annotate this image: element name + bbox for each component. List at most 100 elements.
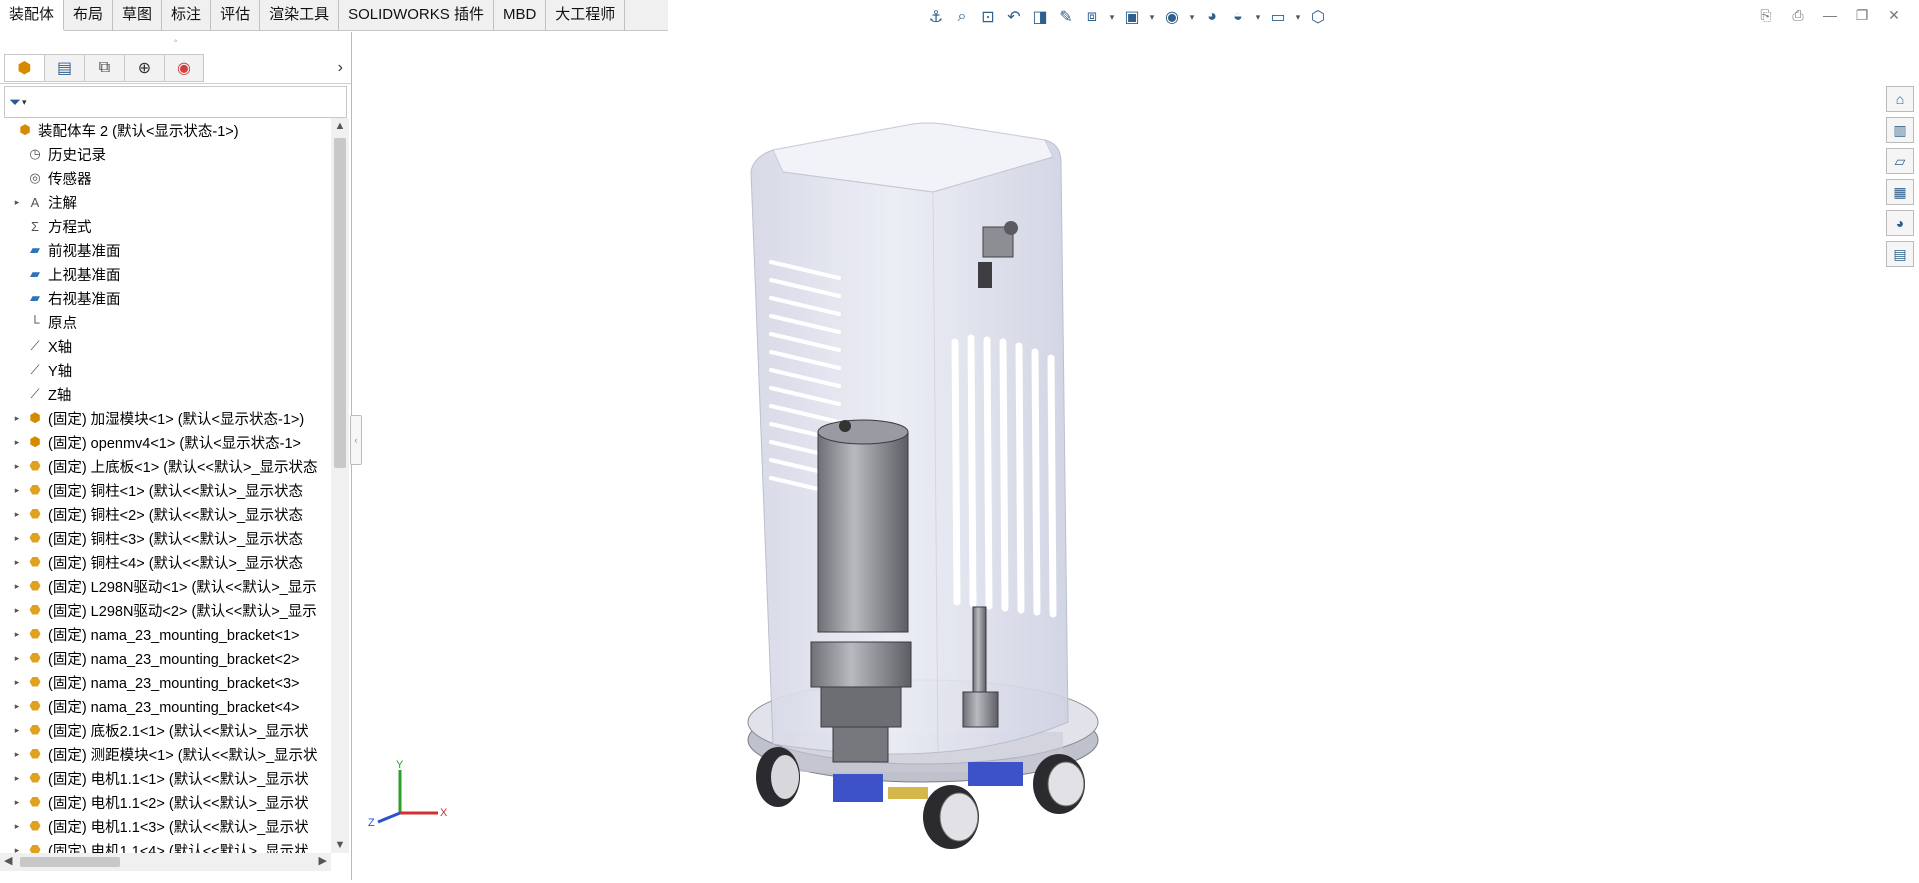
configuration-manager-tab[interactable]: ⧉ [84, 53, 124, 82]
tab-3[interactable]: 标注 [162, 0, 212, 31]
tree-item[interactable]: ◎ 传感器 [0, 166, 331, 190]
tree-item[interactable]: ▸ A 注解 [0, 190, 331, 214]
feature-manager-tab[interactable]: ⬢ [4, 53, 44, 82]
tree-item[interactable]: ▸ ⬣ (固定) L298N驱动<1> (默认<<默认>_显示 [0, 574, 331, 598]
expand-arrow-icon[interactable]: ▸ [10, 797, 24, 808]
tree-item[interactable]: ⟋ Y轴 [0, 358, 331, 382]
expand-arrow-icon[interactable]: ▸ [10, 461, 24, 472]
tree-horizontal-scrollbar[interactable]: ◀ ▶ [0, 853, 331, 871]
close-icon[interactable]: ✕ [1883, 4, 1905, 26]
property-manager-tab[interactable]: ▤ [44, 53, 84, 82]
tab-4[interactable]: 评估 [211, 0, 261, 31]
restore-left-icon[interactable]: ⎘ [1755, 4, 1777, 26]
tab-8[interactable]: 大工程师 [546, 0, 626, 31]
tree-filter[interactable]: ⏷ ▾ [4, 86, 347, 118]
solidworks-resources-icon[interactable]: ⌂ [1886, 86, 1914, 112]
tree-item[interactable]: ▸ ⬣ (固定) nama_23_mounting_bracket<3> [0, 670, 331, 694]
expand-arrow-icon[interactable]: ▸ [10, 533, 24, 544]
tab-1[interactable]: 布局 [64, 0, 114, 31]
tab-6[interactable]: SOLIDWORKS 插件 [339, 0, 494, 31]
tree-item[interactable]: ⟋ X轴 [0, 334, 331, 358]
design-library-icon[interactable]: ▥ [1886, 117, 1914, 143]
expand-arrow-icon[interactable]: ▸ [10, 677, 24, 688]
expand-arrow-icon[interactable]: ▸ [10, 845, 24, 854]
minimize-icon[interactable]: — [1819, 4, 1841, 26]
tab-5[interactable]: 渲染工具 [260, 0, 340, 31]
dropdown-caret-icon[interactable]: ▾ [1187, 6, 1197, 28]
dropdown-caret-icon[interactable]: ▾ [1147, 6, 1157, 28]
tree-item[interactable]: ▸ ⬣ (固定) 电机1.1<1> (默认<<默认>_显示状 [0, 766, 331, 790]
expand-arrow-icon[interactable]: ▸ [10, 701, 24, 712]
view-orientation-dropdown-icon[interactable]: ⧈ [1081, 6, 1103, 28]
expand-arrow-icon[interactable]: ▸ [10, 197, 24, 208]
tree-item[interactable]: └ 原点 [0, 310, 331, 334]
view-orientation-icon[interactable]: ⚓ [925, 6, 947, 28]
tree-item[interactable]: ▸ ⬣ (固定) nama_23_mounting_bracket<4> [0, 694, 331, 718]
display-manager-tab[interactable]: ◉ [164, 53, 204, 82]
tree-item[interactable]: ▰ 前视基准面 [0, 238, 331, 262]
scroll-left-icon[interactable]: ◀ [4, 854, 12, 867]
view-settings-icon[interactable]: ▭ [1267, 6, 1289, 28]
apply-scene-icon[interactable]: ◒ [1227, 6, 1249, 28]
tree-item[interactable]: ▸ ⬢ (固定) openmv4<1> (默认<显示状态-1> [0, 430, 331, 454]
tree-item[interactable]: ▸ ⬣ (固定) 测距模块<1> (默认<<默认>_显示状 [0, 742, 331, 766]
tree-item[interactable]: ▸ ⬣ (固定) nama_23_mounting_bracket<2> [0, 646, 331, 670]
dynamic-annotation-icon[interactable]: ✎ [1055, 6, 1077, 28]
scroll-up-icon[interactable]: ▲ [331, 120, 349, 132]
section-view-icon[interactable]: ◨ [1029, 6, 1051, 28]
tree-item[interactable]: ▸ ⬣ (固定) 上底板<1> (默认<<默认>_显示状态 [0, 454, 331, 478]
tree-item[interactable]: ▸ ⬣ (固定) 铜柱<4> (默认<<默认>_显示状态 [0, 550, 331, 574]
expand-arrow-icon[interactable]: ▸ [10, 509, 24, 520]
custom-properties-icon[interactable]: ▤ [1886, 241, 1914, 267]
tree-item[interactable]: ⟋ Z轴 [0, 382, 331, 406]
restore-icon[interactable]: ❐ [1851, 4, 1873, 26]
appearances-icon[interactable]: ◕ [1886, 210, 1914, 236]
hide-show-icon[interactable]: ◉ [1161, 6, 1183, 28]
graphics-area[interactable] [353, 32, 1883, 880]
scroll-thumb[interactable] [334, 138, 346, 468]
restore-right-icon[interactable]: ⎙ [1787, 4, 1809, 26]
expand-arrow-icon[interactable]: ▸ [10, 413, 24, 424]
tree-item[interactable]: ▰ 上视基准面 [0, 262, 331, 286]
tree-item[interactable]: ▸ ⬣ (固定) 铜柱<2> (默认<<默认>_显示状态 [0, 502, 331, 526]
dimxpert-tab[interactable]: ⊕ [124, 53, 164, 82]
zoom-area-icon[interactable]: ⊡ [977, 6, 999, 28]
tree-item[interactable]: ▰ 右视基准面 [0, 286, 331, 310]
expand-arrow-icon[interactable]: ▸ [10, 629, 24, 640]
model-render[interactable] [353, 32, 1883, 880]
tree-item[interactable]: ▸ ⬣ (固定) L298N驱动<2> (默认<<默认>_显示 [0, 598, 331, 622]
tree-item[interactable]: ▸ ⬣ (固定) 铜柱<1> (默认<<默认>_显示状态 [0, 478, 331, 502]
tab-7[interactable]: MBD [494, 0, 547, 31]
expand-arrow-icon[interactable]: ▸ [10, 749, 24, 760]
tree-vertical-scrollbar[interactable]: ▲ ▼ [331, 118, 349, 853]
zoom-to-fit-icon[interactable]: ⌕ [951, 6, 973, 28]
tree-item[interactable]: ▸ ⬣ (固定) 电机1.1<3> (默认<<默认>_显示状 [0, 814, 331, 838]
tree-item[interactable]: ▸ ⬣ (固定) 电机1.1<2> (默认<<默认>_显示状 [0, 790, 331, 814]
panel-more-button[interactable]: › [338, 59, 343, 77]
display-cube-icon[interactable]: ⬡ [1307, 6, 1329, 28]
expand-arrow-icon[interactable]: ▸ [10, 821, 24, 832]
edit-appearance-icon[interactable]: ◕ [1201, 6, 1223, 28]
view-palette-icon[interactable]: ▦ [1886, 179, 1914, 205]
tab-0[interactable]: 装配体 [0, 0, 65, 31]
display-style-icon[interactable]: ▣ [1121, 6, 1143, 28]
scroll-right-icon[interactable]: ▶ [319, 854, 327, 867]
scroll-down-icon[interactable]: ▼ [331, 839, 349, 851]
expand-arrow-icon[interactable]: ▸ [10, 557, 24, 568]
previous-view-icon[interactable]: ↶ [1003, 6, 1025, 28]
dropdown-caret-icon[interactable]: ▾ [1107, 6, 1117, 28]
tree-item[interactable]: ◷ 历史记录 [0, 142, 331, 166]
hscroll-thumb[interactable] [20, 857, 120, 867]
tree-item[interactable]: ▸ ⬣ (固定) nama_23_mounting_bracket<1> [0, 622, 331, 646]
expand-arrow-icon[interactable]: ▸ [10, 437, 24, 448]
tree-item[interactable]: Σ 方程式 [0, 214, 331, 238]
tree-item[interactable]: ▸ ⬣ (固定) 电机1.1<4> (默认<<默认>_显示状 [0, 838, 331, 853]
tab-2[interactable]: 草图 [113, 0, 163, 31]
panel-grip[interactable]: ◦ [0, 32, 351, 52]
expand-arrow-icon[interactable]: ▸ [10, 653, 24, 664]
dropdown-caret-icon[interactable]: ▾ [1293, 6, 1303, 28]
tree-item[interactable]: ▸ ⬣ (固定) 铜柱<3> (默认<<默认>_显示状态 [0, 526, 331, 550]
expand-arrow-icon[interactable]: ▸ [10, 773, 24, 784]
tree-item[interactable]: ▸ ⬣ (固定) 底板2.1<1> (默认<<默认>_显示状 [0, 718, 331, 742]
dropdown-caret-icon[interactable]: ▾ [1253, 6, 1263, 28]
